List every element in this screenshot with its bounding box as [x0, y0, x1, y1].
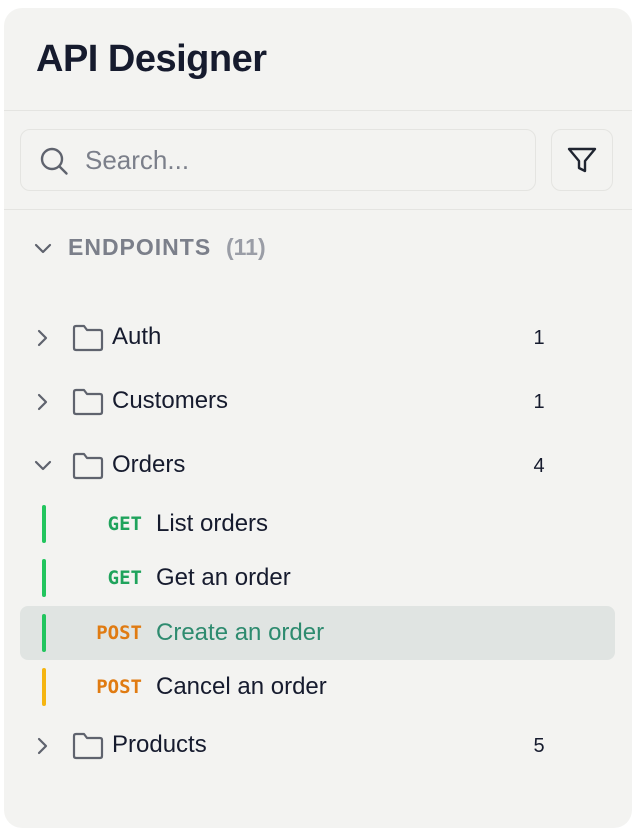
method-indicator-bar — [42, 505, 46, 543]
endpoint-label: Cancel an order — [156, 673, 327, 700]
app-title: API Designer — [36, 38, 267, 80]
folder-customers[interactable]: Customers 1 — [4, 374, 632, 430]
section-count: (11) — [226, 234, 266, 260]
folder-label: Products — [112, 731, 207, 758]
method-indicator-bar — [42, 668, 46, 706]
search-row — [4, 111, 632, 210]
method-indicator-bar — [42, 559, 46, 597]
folder-count: 1 — [533, 391, 545, 413]
search-icon — [40, 147, 68, 175]
search-input[interactable] — [85, 140, 515, 180]
endpoint-cancel-order[interactable]: POST Cancel an order — [20, 660, 615, 714]
folder-icon — [72, 388, 104, 416]
folder-products[interactable]: Products 5 — [4, 718, 632, 774]
chevron-right-icon — [37, 393, 48, 411]
folder-icon — [72, 324, 104, 352]
filter-button[interactable] — [551, 129, 613, 191]
sidebar-panel: API Designer ENDPOINTS (11) Aut — [4, 8, 632, 828]
folder-auth[interactable]: Auth 1 — [4, 310, 632, 366]
folder-count: 1 — [533, 327, 545, 349]
method-indicator-bar — [42, 614, 46, 652]
folder-icon — [72, 732, 104, 760]
method-badge: POST — [96, 676, 142, 698]
filter-icon — [567, 147, 597, 173]
endpoint-create-order[interactable]: POST Create an order — [20, 606, 615, 660]
endpoint-label: Get an order — [156, 564, 291, 591]
section-title: ENDPOINTS — [68, 234, 212, 260]
method-badge: POST — [96, 622, 142, 644]
chevron-down-icon — [34, 460, 52, 471]
search-box[interactable] — [20, 129, 536, 191]
endpoint-label: List orders — [156, 510, 269, 537]
endpoint-get-order[interactable]: GET Get an order — [20, 551, 615, 605]
folder-label: Orders — [112, 451, 186, 478]
endpoint-label: Create an order — [156, 619, 325, 646]
folder-label: Customers — [112, 387, 229, 414]
folder-label: Auth — [112, 323, 162, 350]
chevron-down-icon — [34, 243, 52, 254]
folder-count: 4 — [533, 455, 545, 477]
method-badge: GET — [107, 567, 142, 589]
folder-orders[interactable]: Orders 4 — [4, 438, 632, 494]
chevron-right-icon — [37, 329, 48, 347]
endpoint-list-orders[interactable]: GET List orders — [20, 497, 615, 551]
folder-icon — [72, 452, 104, 480]
sidebar-header: API Designer — [4, 8, 632, 111]
folder-count: 5 — [533, 735, 545, 757]
method-badge: GET — [107, 513, 142, 535]
chevron-right-icon — [37, 737, 48, 755]
section-endpoints-header[interactable]: ENDPOINTS (11) — [4, 229, 632, 269]
